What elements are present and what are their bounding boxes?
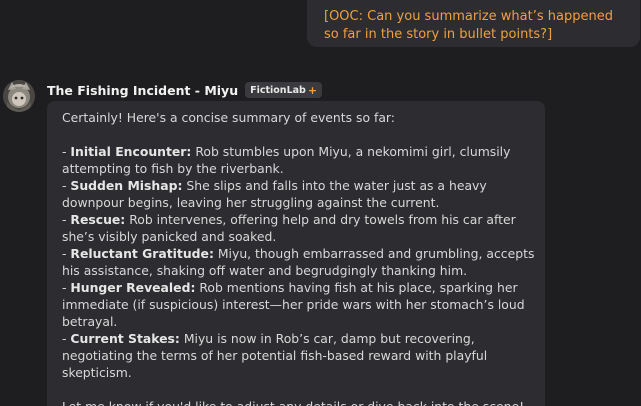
fictionlab-badge[interactable]: FictionLab + — [245, 82, 323, 98]
bullet-title: Initial Encounter: — [70, 144, 192, 159]
badge-label: FictionLab — [250, 84, 306, 96]
reply-intro: Certainly! Here's a concise summary of e… — [62, 110, 395, 125]
reply-closing: Let me know if you'd like to adjust any … — [62, 398, 535, 406]
bullet-title: Current Stakes: — [70, 331, 180, 346]
bullet-title: Sudden Mishap: — [70, 178, 183, 193]
character-name[interactable]: The Fishing Incident - Miyu — [47, 83, 238, 98]
list-item: - Sudden Mishap: She slips and falls int… — [62, 177, 535, 211]
assistant-message-bubble: Certainly! Here's a concise summary of e… — [47, 101, 545, 406]
bullet-text: Rob intervenes, offering help and dry to… — [62, 212, 516, 244]
list-item: - Rescue: Rob intervenes, offering help … — [62, 211, 535, 245]
bullet-title: Reluctant Gratitude: — [70, 246, 214, 261]
bullet-title: Rescue: — [70, 212, 126, 227]
message-header: The Fishing Incident - Miyu FictionLab + — [47, 80, 323, 100]
list-item: - Current Stakes: Miyu is now in Rob’s c… — [62, 330, 535, 381]
badge-plus: + — [307, 83, 318, 97]
list-item: - Reluctant Gratitude: Miyu, though emba… — [62, 245, 535, 279]
user-message-text: [OOC: Can you summarize what’s happened … — [324, 9, 613, 42]
list-item: - Initial Encounter: Rob stumbles upon M… — [62, 143, 535, 177]
avatar-image — [3, 80, 35, 112]
summary-list: - Initial Encounter: Rob stumbles upon M… — [62, 143, 535, 381]
list-item: - Hunger Revealed: Rob mentions having f… — [62, 279, 535, 330]
chat-page: [OOC: Can you summarize what’s happened … — [0, 0, 641, 406]
user-message-bubble: [OOC: Can you summarize what’s happened … — [307, 0, 640, 47]
character-avatar[interactable] — [3, 80, 35, 112]
bullet-title: Hunger Revealed: — [70, 280, 196, 295]
